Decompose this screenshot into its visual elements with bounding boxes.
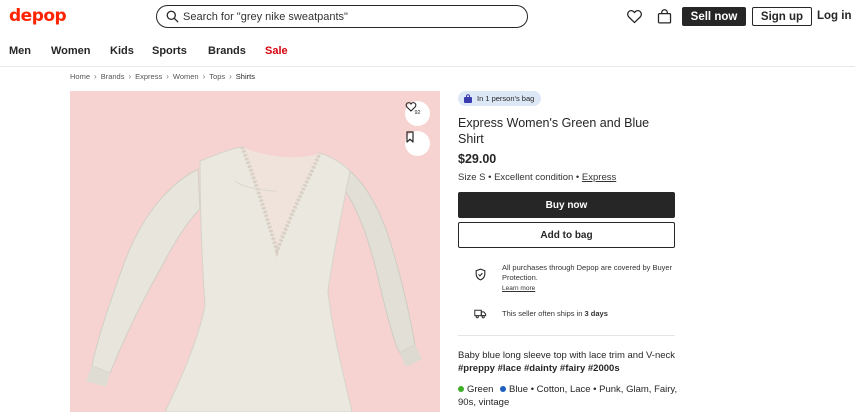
chevron-right-icon: › — [202, 72, 206, 81]
search-input[interactable]: Search for "grey nike sweatpants" — [156, 5, 528, 28]
description-hashtags[interactable]: #preppy #lace #dainty #fairy #2000s — [458, 363, 620, 374]
product-price: $29.00 — [458, 152, 497, 166]
color-green: Green — [467, 384, 494, 395]
breadcrumb-women[interactable]: Women — [173, 72, 199, 81]
truck-icon — [474, 309, 487, 319]
product-condition: Excellent condition — [494, 172, 574, 183]
add-to-bag-button[interactable]: Add to bag — [458, 222, 675, 248]
breadcrumb-shirts: Shirts — [235, 72, 255, 81]
search-icon — [166, 10, 179, 23]
product-brand-link[interactable]: Express — [582, 172, 616, 183]
search-placeholder: Search for "grey nike sweatpants" — [183, 10, 348, 23]
nav-item-brands[interactable]: Brands — [208, 45, 246, 57]
breadcrumb-home[interactable]: Home — [70, 72, 90, 81]
shipping-days: 3 days — [584, 309, 608, 318]
shipping-text: This seller often ships in — [502, 309, 583, 318]
product-description: Baby blue long sleeve top with lace trim… — [458, 349, 678, 375]
nav-item-women[interactable]: Women — [51, 45, 91, 57]
product-meta: Size S • Excellent condition • Express — [458, 172, 617, 183]
save-button[interactable] — [405, 131, 430, 156]
chevron-right-icon: › — [94, 72, 97, 81]
heart-icon — [405, 102, 417, 112]
breadcrumb-tops[interactable]: Tops — [209, 72, 225, 81]
shipping-info: This seller often ships in 3 days — [474, 307, 677, 320]
blue-color-dot — [500, 386, 507, 392]
breadcrumb: Home › Brands › Express › Women › Tops ›… — [70, 72, 255, 81]
shopping-bag-icon[interactable] — [656, 8, 673, 25]
color-blue: Blue — [509, 384, 529, 395]
shield-check-icon — [475, 268, 486, 281]
buy-now-button[interactable]: Buy now — [458, 192, 675, 218]
nav-item-kids[interactable]: Kids — [110, 45, 134, 57]
description-text: Baby blue long sleeve top with lace trim… — [458, 350, 676, 361]
chevron-right-icon: › — [229, 72, 232, 81]
product-material: Cotton, Lace — [536, 384, 591, 395]
like-button[interactable]: 92 — [405, 101, 430, 126]
buyer-protection-info: All purchases through Depop are covered … — [474, 263, 677, 294]
category-nav: Men Women Kids Sports Brands Sale — [0, 35, 855, 67]
divider — [458, 335, 675, 336]
product-attributes: Green Blue • Cotton, Lace • Punk, Glam, … — [458, 384, 678, 408]
heart-icon[interactable] — [626, 8, 643, 25]
product-size: Size S — [458, 172, 486, 183]
shirt-photo — [86, 146, 422, 412]
site-header: depop Search for "grey nike sweatpants" … — [0, 0, 855, 35]
product-image[interactable]: 92 — [70, 91, 440, 412]
in-bag-badge: In 1 person's bag — [458, 91, 542, 106]
chevron-right-icon: › — [128, 72, 132, 81]
nav-item-sale[interactable]: Sale — [265, 45, 288, 57]
bookmark-icon — [406, 131, 414, 143]
in-bag-text: In 1 person's bag — [477, 94, 535, 103]
sell-now-button[interactable]: Sell now — [682, 7, 746, 26]
green-color-dot — [458, 386, 464, 392]
log-in-link[interactable]: Log in — [817, 10, 852, 22]
protection-text: All purchases through Depop are covered … — [502, 263, 673, 282]
depop-logo[interactable]: depop — [9, 6, 67, 26]
breadcrumb-brands[interactable]: Brands — [101, 72, 125, 81]
chevron-right-icon: › — [166, 72, 169, 81]
bag-icon — [464, 93, 472, 103]
product-title: Express Women's Green and Blue Shirt — [458, 116, 650, 146]
nav-item-sports[interactable]: Sports — [152, 45, 187, 57]
breadcrumb-express[interactable]: Express — [135, 72, 162, 81]
sign-up-button[interactable]: Sign up — [752, 7, 812, 26]
learn-more-link[interactable]: Learn more — [502, 285, 535, 292]
nav-item-men[interactable]: Men — [9, 45, 31, 57]
